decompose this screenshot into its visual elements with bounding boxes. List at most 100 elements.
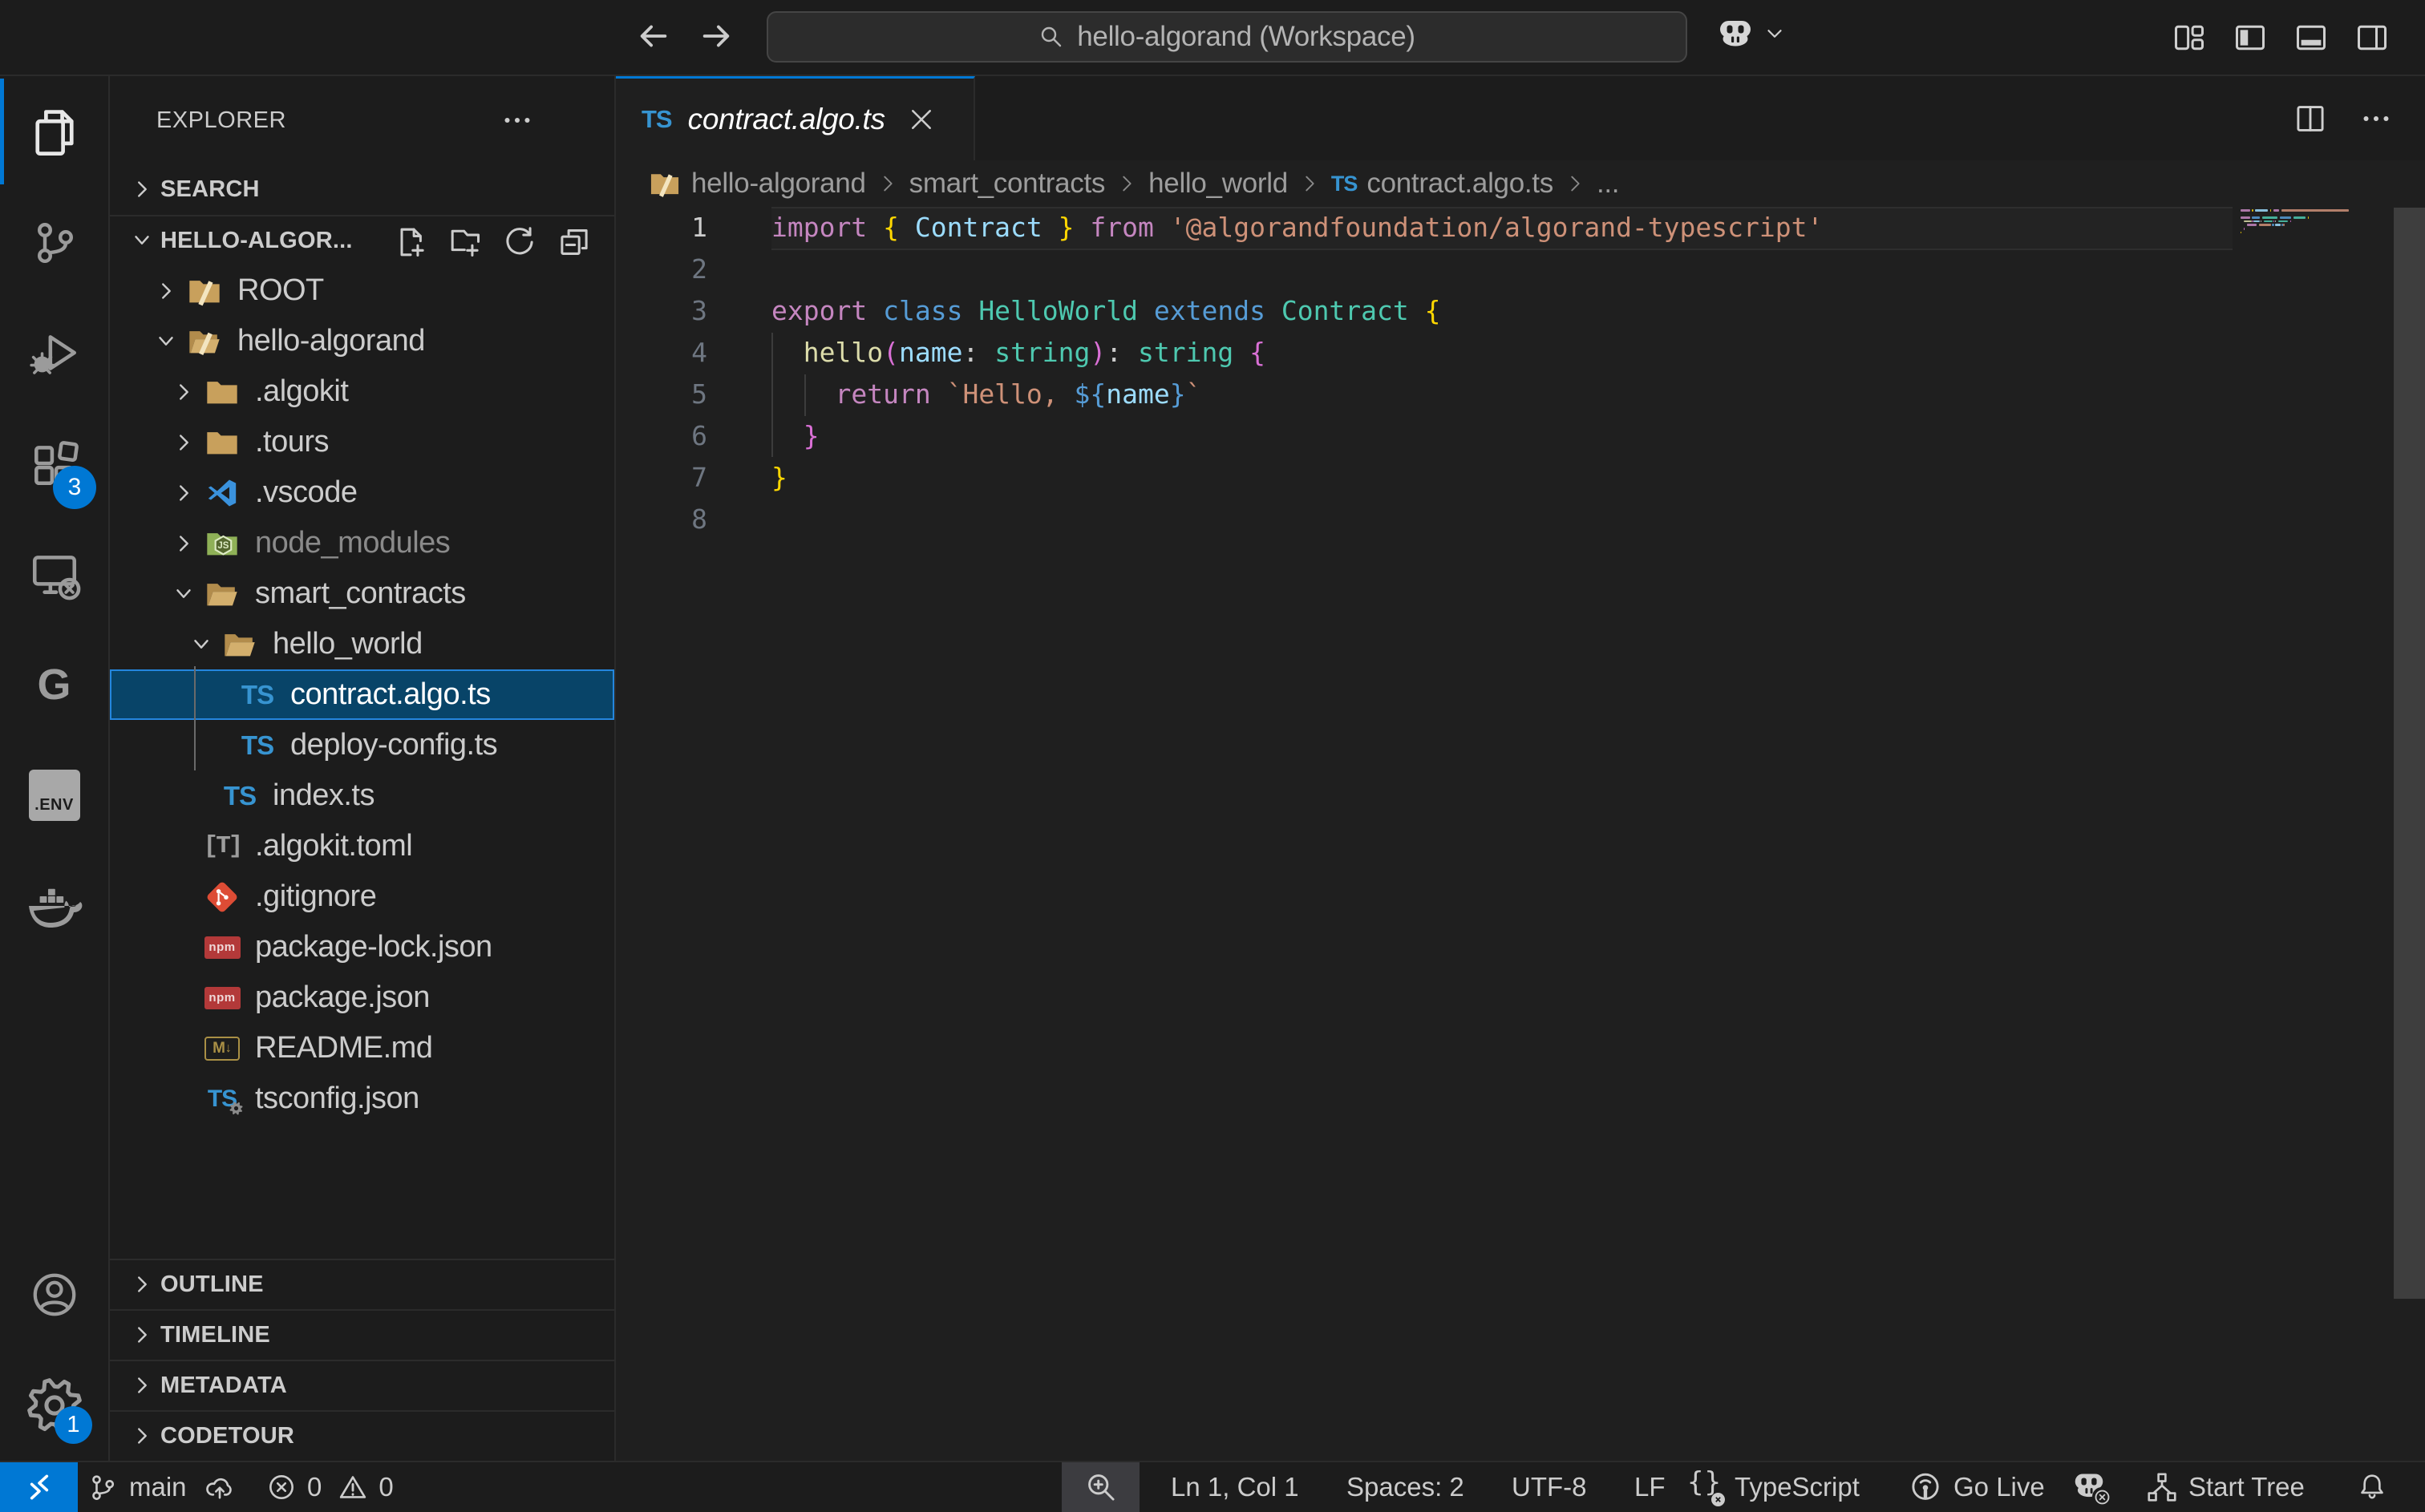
refresh-button[interactable] (502, 224, 537, 260)
breadcrumb-item-hello_world[interactable]: hello_world (1148, 168, 1288, 200)
tree-item-README.md[interactable]: M↓README.md (110, 1023, 614, 1073)
tree-item-package-lock.json[interactable]: npmpackage-lock.json (110, 922, 614, 972)
activitybar-item-remote-explorer[interactable] (0, 519, 108, 629)
tree-item-contract.algo.ts[interactable]: TScontract.algo.ts (110, 669, 614, 720)
status-item-problems[interactable]: 00 (266, 1462, 394, 1512)
twisty-spacer (189, 784, 213, 808)
tree-item-tsconfig.json[interactable]: TStsconfig.json (110, 1073, 614, 1124)
breadcrumb-item-smart_contracts[interactable]: smart_contracts (909, 168, 1105, 200)
sidebar-section-timeline[interactable]: TIMELINE (110, 1309, 614, 1360)
tree-item-deploy-config.ts[interactable]: TSdeploy-config.ts (110, 720, 614, 770)
tree-item-hello-algorand[interactable]: hello-algorand (110, 316, 614, 366)
twisty-spacer (172, 1037, 196, 1061)
status-item-notifications[interactable] (2356, 1462, 2388, 1512)
tab-close-icon[interactable] (906, 104, 937, 135)
remote-explorer-icon (28, 548, 81, 600)
status-item-encoding[interactable]: UTF-8 (1501, 1462, 1587, 1512)
split-editor-button[interactable] (2293, 102, 2327, 135)
sidebar-section-outline[interactable]: OUTLINE (110, 1259, 614, 1309)
nav-forward-button[interactable] (698, 18, 738, 58)
folder-icon (204, 374, 241, 410)
tree-item-.tours[interactable]: .tours (110, 417, 614, 467)
minimap-line (2280, 216, 2291, 219)
new-folder-button[interactable] (447, 224, 483, 260)
twisty-spacer (207, 734, 231, 758)
activitybar-item-gitlens[interactable]: G (0, 629, 108, 740)
activitybar-item-run-debug[interactable] (0, 297, 108, 408)
tree-item-hello_world[interactable]: hello_world (110, 619, 614, 669)
tree-item-package.json[interactable]: npmpackage.json (110, 972, 614, 1023)
minimap[interactable] (2233, 207, 2393, 1461)
editor-scrollbar[interactable] (2393, 207, 2425, 1461)
breadcrumb-item-contract.algo.ts[interactable]: TScontract.algo.ts (1331, 168, 1553, 200)
remote-indicator[interactable] (0, 1462, 78, 1512)
bell-icon (2356, 1471, 2388, 1503)
status-item-label: LF (1634, 1472, 1666, 1502)
command-center[interactable]: hello-algorand (Workspace) (767, 11, 1687, 63)
docker-icon (26, 882, 83, 930)
tree-item-smart_contracts[interactable]: smart_contracts (110, 568, 614, 619)
code-line-8: 8 (616, 499, 2425, 540)
status-item-language-status[interactable]: {}TypeScript (1687, 1462, 1860, 1512)
chevron-right-icon (130, 1323, 156, 1348)
activitybar-item-settings[interactable]: 1 (0, 1350, 108, 1461)
breadcrumb-item-...[interactable]: ... (1597, 168, 1619, 200)
activitybar-item-source-control[interactable] (0, 187, 108, 297)
code-editor[interactable]: 1import { Contract } from '@algorandfoun… (616, 207, 2425, 1461)
collapse-all-button[interactable] (557, 224, 592, 260)
activitybar-item-accounts[interactable] (0, 1239, 108, 1350)
status-item-codetour-start[interactable]: Start Tree (2146, 1462, 2305, 1512)
accounts-icon (30, 1270, 79, 1320)
sidebar-section-search[interactable]: SEARCH (110, 164, 614, 215)
sidebar-section-folders[interactable]: HELLO-ALGOR... (110, 215, 614, 265)
toggle-secondary-sidebar-button[interactable] (2354, 18, 2390, 58)
status-item-indentation[interactable]: Spaces: 2 (1336, 1462, 1464, 1512)
tree-item-.vscode[interactable]: .vscode (110, 467, 614, 518)
editor-more-actions-button[interactable] (2359, 102, 2393, 135)
warning-icon (338, 1472, 368, 1502)
twisty-spacer (172, 936, 196, 960)
toggle-panel-button[interactable] (2293, 18, 2329, 58)
explorer-more-actions-icon[interactable] (500, 103, 534, 137)
new-file-icon (393, 224, 428, 260)
activitybar-item-explorer[interactable] (0, 76, 108, 187)
minimap-line (2255, 209, 2268, 212)
status-item-cursor-position[interactable]: Ln 1, Col 1 (1160, 1462, 1299, 1512)
nav-back-button[interactable] (635, 18, 675, 58)
tree-item-ROOT[interactable]: ROOT (110, 265, 614, 316)
activitybar-item-dotenv[interactable]: .ENV (0, 740, 108, 851)
minimap-line (2275, 220, 2276, 223)
tree-item-label: hello_world (273, 627, 423, 661)
sidebar-section-metadata[interactable]: METADATA (110, 1360, 614, 1410)
code-line-7: 7} (616, 457, 2425, 499)
status-item-screencast-zoom[interactable] (1062, 1462, 1140, 1512)
npm-icon: npm (204, 929, 241, 966)
scrollbar-slider[interactable] (2394, 208, 2425, 1299)
twisty-spacer (172, 986, 196, 1010)
activitybar-item-docker[interactable] (0, 851, 108, 961)
activitybar-item-extensions[interactable]: 3 (0, 408, 108, 519)
status-item-eol[interactable]: LF (1624, 1462, 1666, 1512)
status-item-go-live[interactable]: Go Live (1908, 1462, 2045, 1512)
breadcrumb-item-hello-algorand[interactable]: hello-algorand (648, 167, 866, 200)
status-item-copilot-status[interactable] (2071, 1462, 2113, 1512)
minimap-line (2290, 220, 2291, 223)
status-item-branch[interactable]: main (87, 1462, 187, 1512)
minimap-line (2259, 224, 2272, 226)
new-file-button[interactable] (393, 224, 428, 260)
status-item-publish[interactable] (204, 1462, 236, 1512)
toggle-primary-sidebar-button[interactable] (2233, 18, 2268, 58)
tree-item-index.ts[interactable]: TSindex.ts (110, 770, 614, 821)
copilot-button[interactable] (1716, 16, 1787, 51)
tree-item-.algokit[interactable]: .algokit (110, 366, 614, 417)
gitlens-icon: G (37, 660, 71, 710)
tree-item-.gitignore[interactable]: .gitignore (110, 871, 614, 922)
minimap-line (2264, 220, 2273, 223)
sidebar-section-codetour[interactable]: CODETOUR (110, 1410, 614, 1461)
tree-item-node_modules[interactable]: JSnode_modules (110, 518, 614, 568)
customize-layout-button[interactable] (2172, 18, 2207, 58)
tree-item-label: .gitignore (255, 879, 376, 914)
tree-item-.algokit.toml[interactable]: [T].algokit.toml (110, 821, 614, 871)
tree-item-label: hello-algorand (237, 324, 425, 358)
tab-contract-algo-ts[interactable]: TS contract.algo.ts (616, 76, 975, 160)
